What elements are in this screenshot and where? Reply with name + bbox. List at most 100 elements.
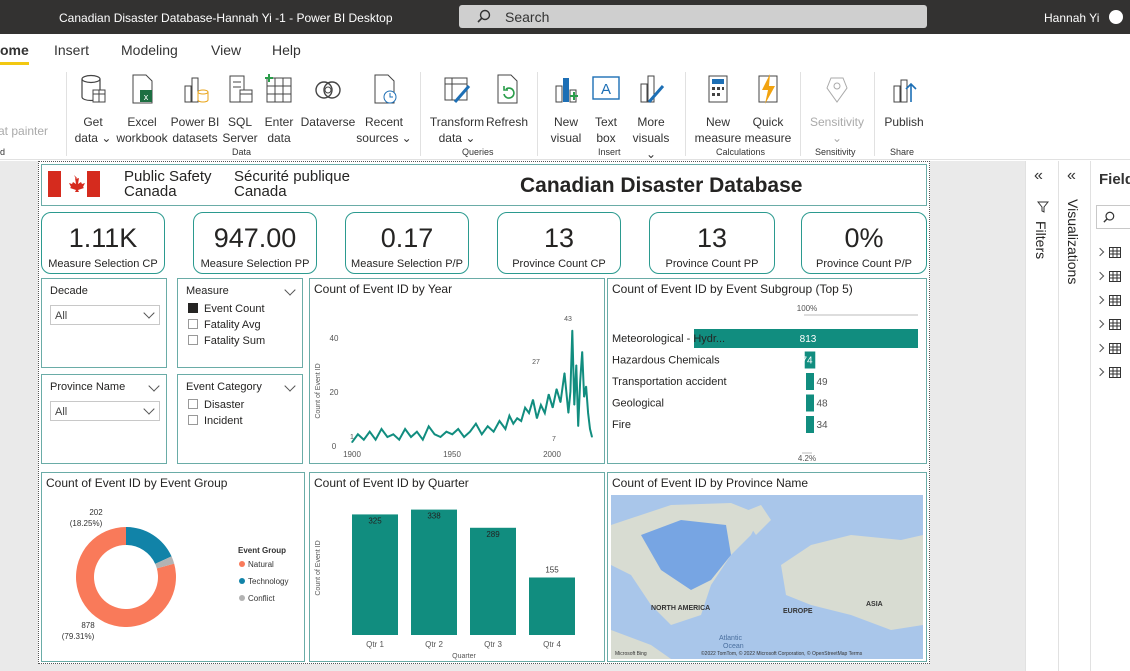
checkbox[interactable]: [188, 399, 198, 409]
option-label: Fatality Sum: [204, 335, 266, 347]
quarter-column-visual[interactable]: Count of Event ID by Quarter Count of Ev…: [309, 472, 605, 662]
enter-data-button[interactable]: Enter data: [262, 72, 296, 146]
sensitivity-button[interactable]: Sensitivity ⌄: [806, 72, 868, 146]
line-point: [416, 431, 418, 433]
bar[interactable]: [806, 416, 814, 433]
data-label: 7: [552, 436, 556, 443]
sql-server-button[interactable]: SQL Server: [222, 72, 258, 146]
measure-option[interactable]: Fatality Avg: [188, 319, 261, 331]
donut-slice[interactable]: [126, 527, 172, 564]
checkbox[interactable]: [188, 319, 198, 329]
checkbox[interactable]: [188, 303, 198, 313]
column-bar[interactable]: [411, 509, 457, 635]
checkbox[interactable]: [188, 415, 198, 425]
event-category-slicer[interactable]: Event Category Disaster Incident: [177, 374, 303, 464]
get-data-button[interactable]: Get data ⌄: [74, 72, 112, 146]
new-visual-button[interactable]: New visual: [546, 72, 586, 146]
refresh-button[interactable]: Refresh: [486, 72, 528, 130]
power-bi-datasets-button[interactable]: Power BI datasets: [170, 72, 220, 146]
decade-dropdown[interactable]: All: [50, 305, 160, 325]
field-table-item[interactable]: [1095, 245, 1121, 260]
checkbox[interactable]: [188, 335, 198, 345]
field-table-item[interactable]: [1095, 341, 1121, 356]
transform-data-button[interactable]: Transform data ⌄: [428, 72, 486, 146]
column-bar[interactable]: [352, 514, 398, 635]
chevron-right-icon[interactable]: [1095, 247, 1105, 257]
column-bar[interactable]: [529, 577, 575, 635]
chevron-down-icon[interactable]: [148, 380, 160, 392]
text-box-button[interactable]: A Text box: [588, 72, 624, 146]
quick-measure-button[interactable]: Quick measure: [744, 72, 792, 146]
kpi-card[interactable]: 13 Province Count PP: [649, 212, 775, 274]
map[interactable]: NORTH AMERICA EUROPE ASIA Atlantic Ocean…: [611, 495, 923, 659]
kpi-card[interactable]: 13 Province Count CP: [497, 212, 621, 274]
publish-button[interactable]: Publish: [880, 72, 928, 130]
measure-slicer[interactable]: Measure Event Count Fatality Avg Fatalit…: [177, 278, 303, 368]
report-canvas: Public Safety Canada Sécurité publique Can…: [0, 161, 1025, 671]
button-label: workbook: [116, 131, 168, 145]
excel-workbook-button[interactable]: x Excel workbook: [114, 72, 170, 146]
category-option[interactable]: Disaster: [188, 399, 244, 411]
bar[interactable]: [806, 394, 814, 412]
line-point: [493, 431, 495, 433]
donut-visual[interactable]: Count of Event ID by Event Group 202 (18…: [41, 472, 305, 662]
field-table-item[interactable]: [1095, 365, 1121, 380]
map-visual[interactable]: Count of Event ID by Province Name NORTH…: [607, 472, 927, 662]
tab-view[interactable]: View: [211, 42, 241, 58]
line-point: [375, 439, 377, 441]
category-option[interactable]: Incident: [188, 415, 243, 427]
fields-pane[interactable]: Field: [1090, 161, 1130, 671]
search-box[interactable]: Search: [459, 5, 927, 28]
chevron-down-icon[interactable]: [284, 380, 296, 392]
chevron-right-icon[interactable]: [1095, 319, 1105, 329]
field-table-item[interactable]: [1095, 269, 1121, 284]
field-table-item[interactable]: [1095, 317, 1121, 332]
line-chart-visual[interactable]: Count of Event ID by Year Count of Event…: [309, 278, 605, 464]
filters-label[interactable]: Filters: [1033, 221, 1049, 259]
more-visuals-button[interactable]: More visuals ⌄: [626, 72, 676, 162]
measure-option[interactable]: Event Count: [188, 303, 265, 315]
user-name[interactable]: Hannah Yi: [1044, 11, 1099, 25]
chevron-right-icon[interactable]: [1095, 295, 1105, 305]
new-measure-button[interactable]: New measure: [692, 72, 744, 146]
line-point: [357, 433, 359, 435]
line-point: [398, 439, 400, 441]
legend-label[interactable]: Technology: [248, 577, 288, 586]
map-label: EUROPE: [783, 608, 813, 615]
recent-sources-button[interactable]: Recent sources ⌄: [356, 72, 412, 146]
province-slicer[interactable]: Province Name All: [41, 374, 167, 464]
collapse-chevron-icon[interactable]: «: [1067, 167, 1076, 185]
measure-option[interactable]: Fatality Sum: [188, 335, 265, 347]
avatar[interactable]: [1109, 10, 1123, 24]
decade-slicer[interactable]: Decade All: [41, 278, 167, 368]
legend-label[interactable]: Conflict: [248, 594, 275, 603]
bar[interactable]: [806, 373, 814, 390]
visualizations-pane[interactable]: « Visualizations: [1058, 161, 1090, 671]
tab-help[interactable]: Help: [272, 42, 301, 58]
dataverse-button[interactable]: Dataverse: [300, 72, 356, 130]
kpi-card[interactable]: 0.17 Measure Selection P/P: [345, 212, 469, 274]
tab-modeling[interactable]: Modeling: [121, 42, 178, 58]
legend-label[interactable]: Natural: [248, 560, 274, 569]
kpi-card[interactable]: 947.00 Measure Selection PP: [193, 212, 317, 274]
map-attribution[interactable]: ©2022 TomTom, © 2022 Microsoft Corporati…: [701, 650, 863, 657]
collapse-chevron-icon[interactable]: «: [1034, 167, 1043, 185]
fields-search-input[interactable]: [1096, 205, 1130, 229]
field-table-item[interactable]: [1095, 293, 1121, 308]
column-bar[interactable]: [470, 527, 516, 635]
chevron-right-icon[interactable]: [1095, 367, 1105, 377]
tab-home[interactable]: ome: [0, 42, 29, 65]
subgroup-bar-visual[interactable]: Count of Event ID by Event Subgroup (Top…: [607, 278, 927, 464]
chevron-right-icon[interactable]: [1095, 271, 1105, 281]
chevron-down-icon[interactable]: [284, 284, 296, 296]
chevron-right-icon[interactable]: [1095, 343, 1105, 353]
data-label: 74: [801, 356, 813, 367]
visualizations-label[interactable]: Visualizations: [1065, 199, 1081, 284]
province-dropdown[interactable]: All: [50, 401, 160, 421]
y-axis-title: Count of Event ID: [315, 540, 322, 595]
tab-insert[interactable]: Insert: [54, 42, 89, 58]
filters-pane[interactable]: « Filters: [1025, 161, 1058, 671]
kpi-card[interactable]: 1.11K Measure Selection CP: [41, 212, 165, 274]
kpi-card[interactable]: 0% Province Count P/P: [801, 212, 927, 274]
format-painter-button[interactable]: at painter: [0, 124, 48, 138]
